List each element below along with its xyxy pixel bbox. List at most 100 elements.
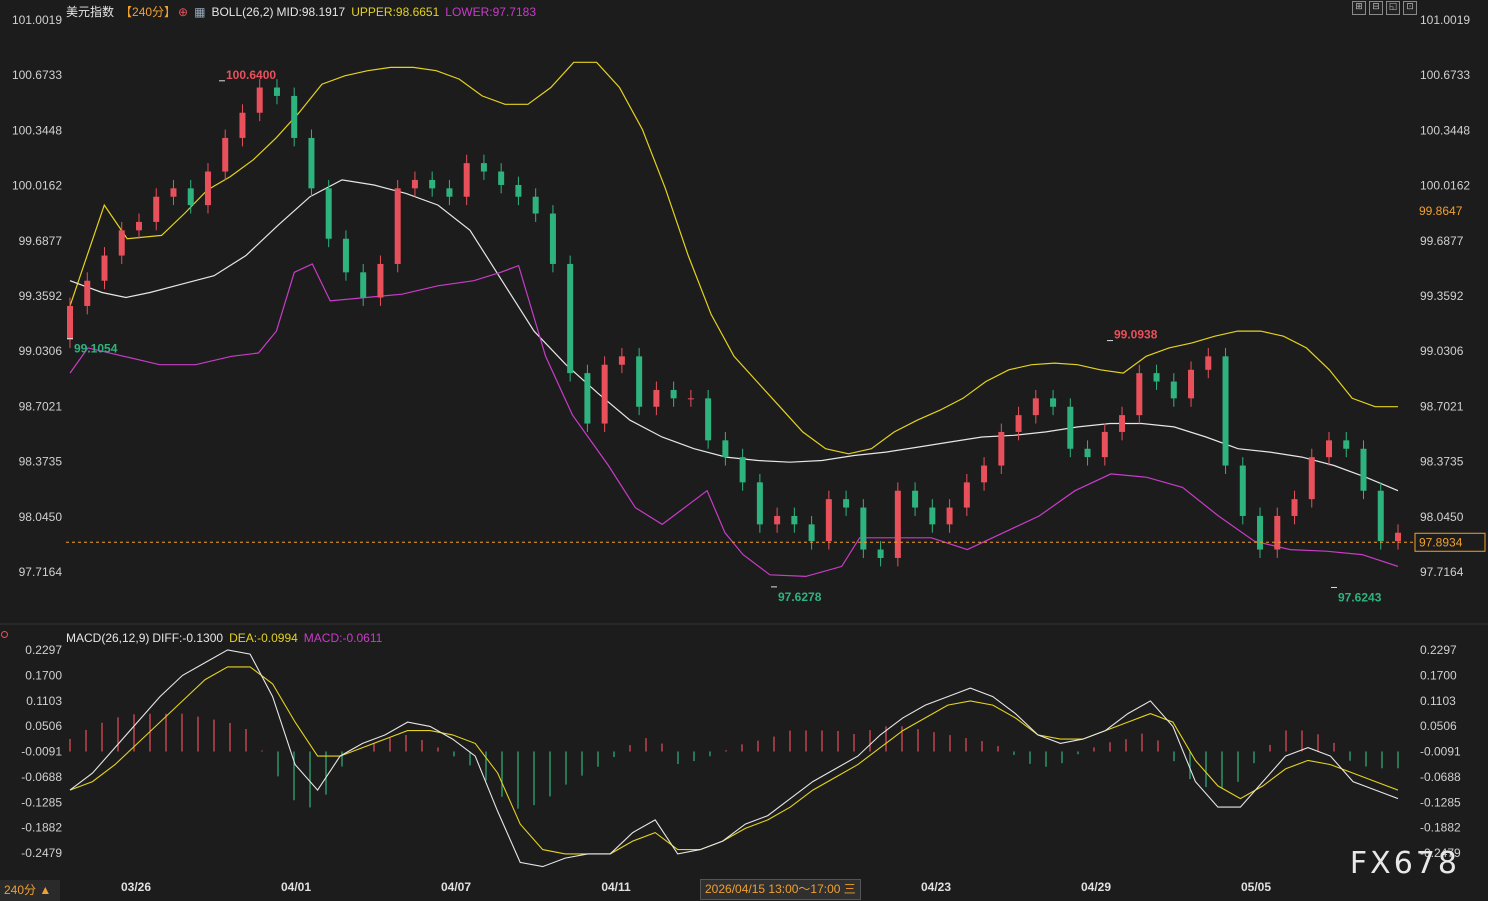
candle-body [1257, 515, 1264, 550]
candle-body [1205, 356, 1212, 370]
extra-price-label: 99.8647 [1419, 204, 1463, 218]
candle-body [204, 171, 211, 206]
main-y-tick-right: 99.0306 [1420, 344, 1464, 358]
candle-body [739, 457, 746, 483]
candle-body [1032, 398, 1039, 416]
macd-y-tick-right: -0.1285 [1420, 795, 1461, 809]
candle-body [101, 255, 108, 281]
main-y-tick-left: 99.3592 [19, 289, 63, 303]
candle-body [1239, 465, 1246, 516]
candle-body [1343, 440, 1350, 449]
candle-body [463, 163, 470, 197]
candle-body [825, 499, 832, 542]
candle-body [360, 272, 367, 298]
main-y-tick-left: 97.7164 [19, 565, 63, 579]
candle-body [1291, 499, 1298, 516]
x-tick-label: 04/11 [601, 880, 631, 894]
candle-body [1119, 415, 1126, 432]
candle-body [239, 112, 246, 138]
candle-body [1136, 373, 1143, 416]
candle-body [480, 163, 487, 172]
main-y-tick-right: 98.7021 [1420, 399, 1464, 413]
price-annotation: 99.0938 [1114, 328, 1158, 342]
candle-body [912, 490, 919, 508]
macd-diff: DIFF:-0.1300 [152, 631, 224, 645]
macd-dea-line [69, 666, 1399, 855]
macd-value: MACD:-0.0611 [303, 631, 383, 645]
panel-marker-icon[interactable] [1, 631, 8, 638]
macd-y-tick-right: 0.1103 [1420, 694, 1456, 708]
candle-body [1050, 398, 1057, 407]
boll-mid-line [69, 179, 1399, 492]
candle-body [1153, 373, 1160, 382]
price-annotation: 97.6243 [1338, 590, 1382, 604]
macd-header: MACD(26,12,9) DIFF:-0.1300 DEA:-0.0994 MACD… [66, 631, 388, 645]
x-tick-label: 04/07 [441, 880, 471, 894]
price-annotation: 100.6400 [226, 68, 276, 82]
period-label[interactable]: 【240分】 [120, 5, 176, 19]
candle-body [342, 238, 349, 273]
candle-body [791, 515, 798, 525]
x-tick-label: 04/23 [921, 880, 951, 894]
main-y-tick-right: 99.6877 [1420, 234, 1464, 248]
main-y-tick-right: 101.0019 [1420, 13, 1470, 27]
candle-body [808, 524, 815, 542]
candle-body [532, 196, 539, 214]
main-y-tick-left: 98.3735 [19, 455, 63, 469]
candle-body [981, 465, 988, 483]
macd-y-tick-right: 0.0506 [1420, 719, 1457, 733]
candle-body [135, 221, 142, 231]
candle-body [653, 389, 660, 407]
candle-body [394, 188, 401, 264]
candle-body [1170, 381, 1177, 399]
candle-body [429, 179, 436, 189]
toolbar-button-3[interactable]: ◱ [1386, 1, 1400, 15]
candle-body [687, 398, 694, 400]
macd-y-tick-right: -0.1882 [1420, 821, 1461, 835]
candle-body [67, 305, 73, 340]
macd-y-tick-left: -0.2479 [21, 846, 62, 860]
x-tick-label: 05/05 [1241, 880, 1271, 894]
period-selector[interactable]: 240分 ▲ [0, 880, 60, 901]
main-y-tick-right: 97.7164 [1420, 565, 1464, 579]
candle-body [1395, 532, 1401, 542]
main-header: 美元指数 【240分】 ⊕ ▦ BOLL(26,2) MID:98.1917 UPPER:9… [66, 3, 542, 20]
watermark-logo: FX678 [1349, 846, 1460, 881]
x-tick-label: 04/01 [281, 880, 311, 894]
macd-y-tick-left: 0.0506 [25, 719, 62, 733]
candle-body [291, 95, 298, 138]
chart-stage: 101.0019 101.0019 100.6733 100.6733 100.3448… [0, 0, 1488, 901]
candle-body [963, 482, 970, 508]
candle-body [929, 507, 936, 525]
toolbar-button-2[interactable]: ⊟ [1369, 1, 1383, 15]
candle-body [498, 171, 505, 185]
settings-icon[interactable]: ⊕ [178, 5, 188, 19]
chart-canvas[interactable]: 101.0019 101.0019 100.6733 100.6733 100.3448… [0, 0, 1488, 901]
candle-body [584, 373, 591, 424]
candle-body [946, 507, 953, 525]
candle-body [1015, 415, 1022, 432]
candle-body [1308, 457, 1315, 500]
toolbar-button-1[interactable]: ⊞ [1352, 1, 1366, 15]
boll-icon: ▦ [194, 5, 206, 19]
price-annotation: 99.1054 [74, 342, 118, 356]
window-toolbar: ⊞ ⊟ ◱ ⊡ [1352, 1, 1417, 15]
main-y-tick-right: 100.6733 [1420, 68, 1470, 82]
candle-body [722, 440, 729, 458]
toolbar-button-4[interactable]: ⊡ [1403, 1, 1417, 15]
candle-body [308, 137, 315, 189]
candle-body [774, 515, 781, 525]
candle-body [273, 87, 280, 96]
candle-body [222, 137, 229, 172]
main-y-tick-left: 101.0019 [12, 13, 62, 27]
x-tick-label: 04/29 [1081, 880, 1111, 894]
boll-label: BOLL(26,2) [211, 5, 274, 19]
candle-body [894, 490, 901, 558]
macd-y-tick-left: 0.2297 [25, 643, 62, 657]
current-price-label: 97.8934 [1419, 535, 1463, 549]
symbol-name: 美元指数 [66, 5, 115, 19]
macd-y-tick-left: -0.1882 [21, 821, 62, 835]
macd-y-tick-left: -0.0688 [21, 770, 62, 784]
boll-lower: LOWER:97.7183 [445, 5, 536, 19]
candle-body [118, 230, 125, 256]
